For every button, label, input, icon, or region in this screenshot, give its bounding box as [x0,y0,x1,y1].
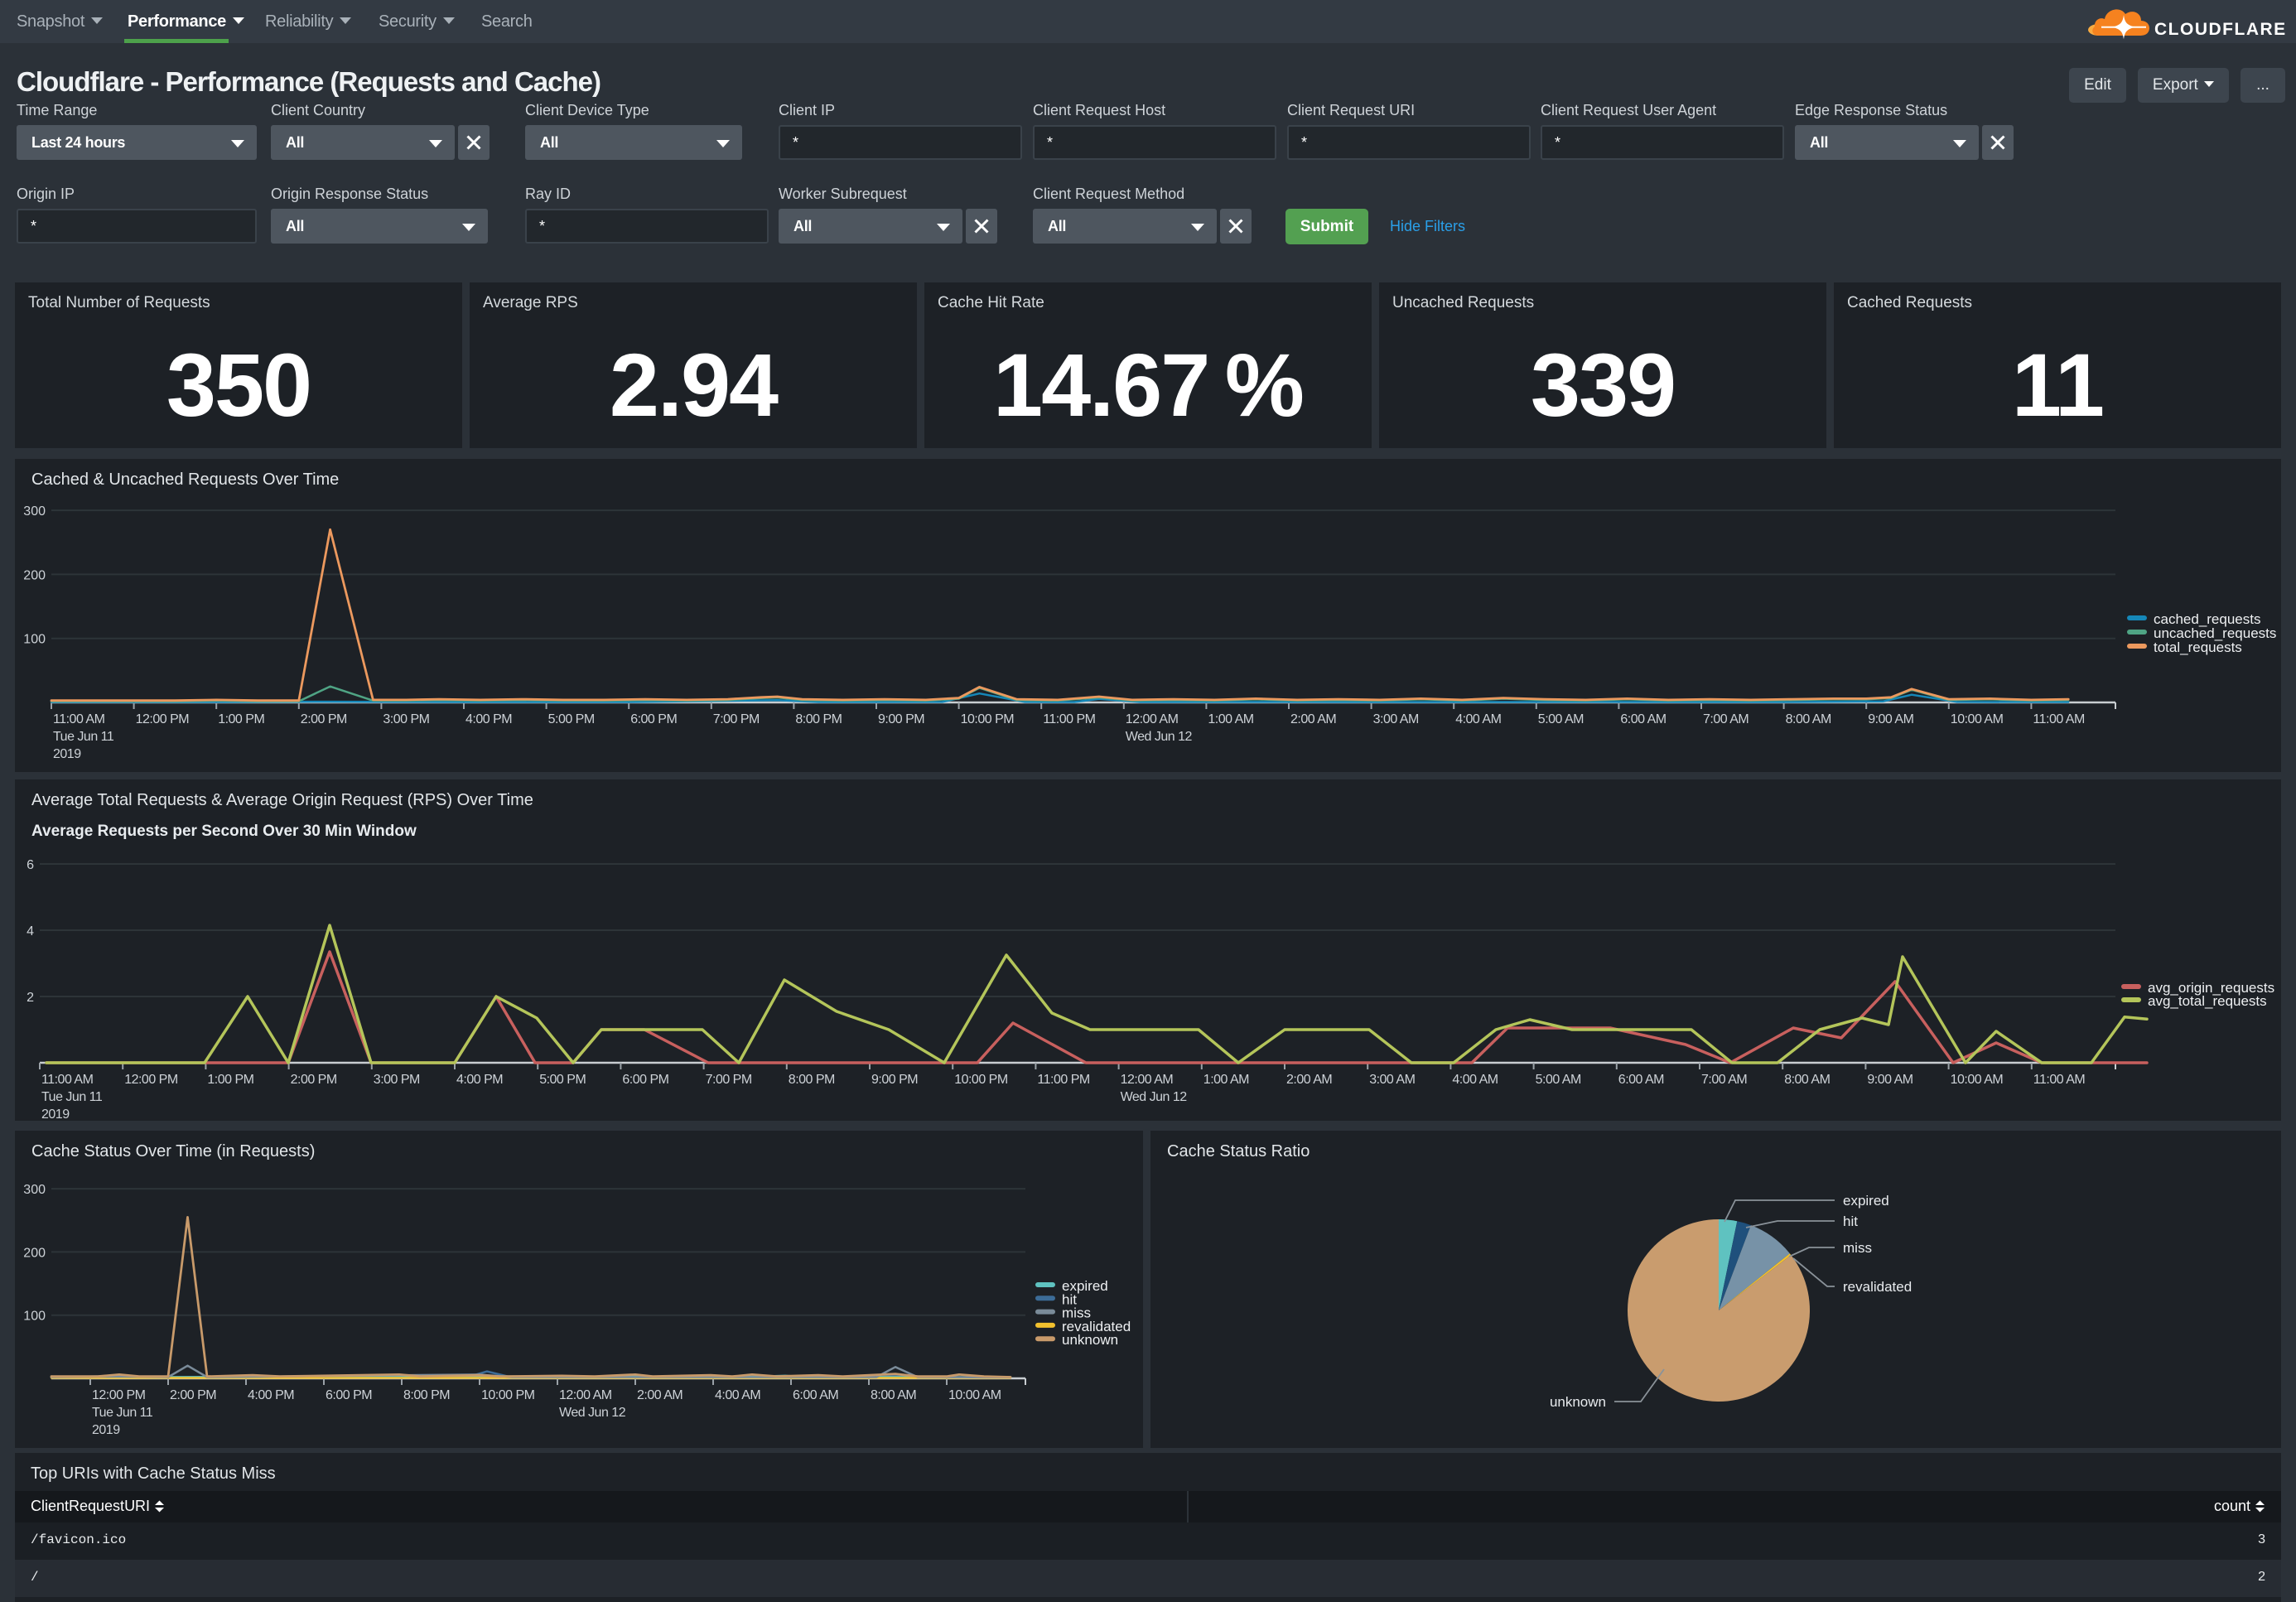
svg-text:expired: expired [1843,1193,1889,1209]
svg-text:11:00 AM: 11:00 AM [2033,712,2085,726]
svg-text:4:00 AM: 4:00 AM [1455,712,1501,726]
svg-text:6: 6 [27,858,34,872]
svg-text:unknown: unknown [1062,1332,1118,1348]
svg-text:2:00 PM: 2:00 PM [301,712,347,726]
svg-text:Tue Jun 11: Tue Jun 11 [41,1090,103,1104]
svg-text:4:00 PM: 4:00 PM [248,1388,294,1402]
svg-text:300: 300 [23,1183,46,1197]
svg-text:11:00 PM: 11:00 PM [1037,1073,1089,1087]
svg-text:8:00 AM: 8:00 AM [871,1388,916,1402]
svg-text:100: 100 [23,633,46,647]
svg-text:7:00 AM: 7:00 AM [1701,1073,1747,1087]
svg-text:10:00 AM: 10:00 AM [948,1388,1001,1402]
svg-text:1:00 AM: 1:00 AM [1208,712,1253,726]
svg-text:11:00 AM: 11:00 AM [53,712,105,726]
svg-text:hit: hit [1843,1214,1858,1229]
svg-text:revalidated: revalidated [1843,1279,1912,1295]
svg-text:12:00 AM: 12:00 AM [1126,712,1179,726]
svg-text:Tue Jun 11: Tue Jun 11 [53,730,114,744]
svg-text:4:00 AM: 4:00 AM [715,1388,760,1402]
svg-text:Wed Jun 12: Wed Jun 12 [1126,730,1193,744]
svg-text:12:00 PM: 12:00 PM [92,1388,146,1402]
svg-text:3:00 PM: 3:00 PM [383,712,429,726]
svg-text:8:00 PM: 8:00 PM [403,1388,450,1402]
svg-text:2019: 2019 [41,1107,70,1122]
svg-text:10:00 AM: 10:00 AM [1951,1073,2004,1087]
svg-text:8:00 AM: 8:00 AM [1786,712,1831,726]
svg-text:12:00 AM: 12:00 AM [1121,1073,1174,1087]
svg-text:2:00 PM: 2:00 PM [170,1388,216,1402]
svg-text:8:00 AM: 8:00 AM [1784,1073,1830,1087]
svg-text:4:00 PM: 4:00 PM [456,1073,503,1087]
svg-text:10:00 PM: 10:00 PM [954,1073,1008,1087]
svg-text:7:00 AM: 7:00 AM [1703,712,1749,726]
svg-text:2:00 AM: 2:00 AM [637,1388,683,1402]
svg-text:9:00 PM: 9:00 PM [871,1073,918,1087]
svg-text:7:00 PM: 7:00 PM [706,1073,752,1087]
svg-text:10:00 PM: 10:00 PM [961,712,1015,726]
svg-text:11:00 AM: 11:00 AM [2033,1073,2086,1087]
svg-text:12:00 AM: 12:00 AM [559,1388,612,1402]
svg-text:Wed Jun 12: Wed Jun 12 [559,1406,626,1420]
svg-text:9:00 AM: 9:00 AM [1867,1073,1913,1087]
svg-text:6:00 PM: 6:00 PM [630,712,677,726]
svg-text:12:00 PM: 12:00 PM [136,712,190,726]
svg-text:6:00 PM: 6:00 PM [326,1388,372,1402]
svg-text:6:00 AM: 6:00 AM [1620,712,1666,726]
svg-text:3:00 AM: 3:00 AM [1369,1073,1415,1087]
svg-text:1:00 AM: 1:00 AM [1203,1073,1249,1087]
svg-text:Wed Jun 12: Wed Jun 12 [1121,1090,1188,1104]
svg-text:1:00 PM: 1:00 PM [207,1073,253,1087]
svg-text:9:00 PM: 9:00 PM [878,712,924,726]
svg-text:avg_total_requests: avg_total_requests [2148,993,2267,1009]
svg-text:1:00 PM: 1:00 PM [218,712,264,726]
svg-text:6:00 PM: 6:00 PM [622,1073,668,1087]
svg-text:2: 2 [27,991,34,1005]
svg-text:6:00 AM: 6:00 AM [793,1388,838,1402]
svg-text:5:00 PM: 5:00 PM [548,712,595,726]
svg-text:4: 4 [27,924,34,939]
svg-text:8:00 PM: 8:00 PM [795,712,842,726]
svg-text:100: 100 [23,1310,46,1324]
svg-text:5:00 PM: 5:00 PM [539,1073,586,1087]
svg-text:10:00 PM: 10:00 PM [481,1388,535,1402]
svg-text:CLOUDFLARE: CLOUDFLARE [2154,20,2287,39]
svg-text:3:00 PM: 3:00 PM [374,1073,420,1087]
svg-text:total_requests: total_requests [2154,639,2242,655]
svg-text:miss: miss [1843,1240,1872,1256]
svg-text:3:00 AM: 3:00 AM [1373,712,1419,726]
svg-text:7:00 PM: 7:00 PM [713,712,760,726]
svg-text:2:00 AM: 2:00 AM [1286,1073,1332,1087]
svg-text:8:00 PM: 8:00 PM [789,1073,835,1087]
svg-text:Tue Jun 11: Tue Jun 11 [92,1406,153,1420]
svg-text:200: 200 [23,568,46,582]
svg-text:11:00 PM: 11:00 PM [1043,712,1095,726]
svg-text:12:00 PM: 12:00 PM [124,1073,178,1087]
svg-text:unknown: unknown [1550,1394,1606,1410]
svg-text:2:00 AM: 2:00 AM [1290,712,1336,726]
svg-text:300: 300 [23,504,46,519]
svg-text:11:00 AM: 11:00 AM [41,1073,94,1087]
svg-text:2019: 2019 [53,747,81,761]
svg-text:10:00 AM: 10:00 AM [1951,712,2004,726]
svg-text:4:00 AM: 4:00 AM [1452,1073,1498,1087]
svg-text:9:00 AM: 9:00 AM [1868,712,1913,726]
svg-text:4:00 PM: 4:00 PM [465,712,512,726]
svg-text:200: 200 [23,1246,46,1260]
svg-text:2019: 2019 [92,1423,120,1437]
svg-text:2:00 PM: 2:00 PM [291,1073,337,1087]
svg-text:6:00 AM: 6:00 AM [1618,1073,1664,1087]
svg-text:5:00 AM: 5:00 AM [1538,712,1584,726]
svg-text:5:00 AM: 5:00 AM [1536,1073,1581,1087]
